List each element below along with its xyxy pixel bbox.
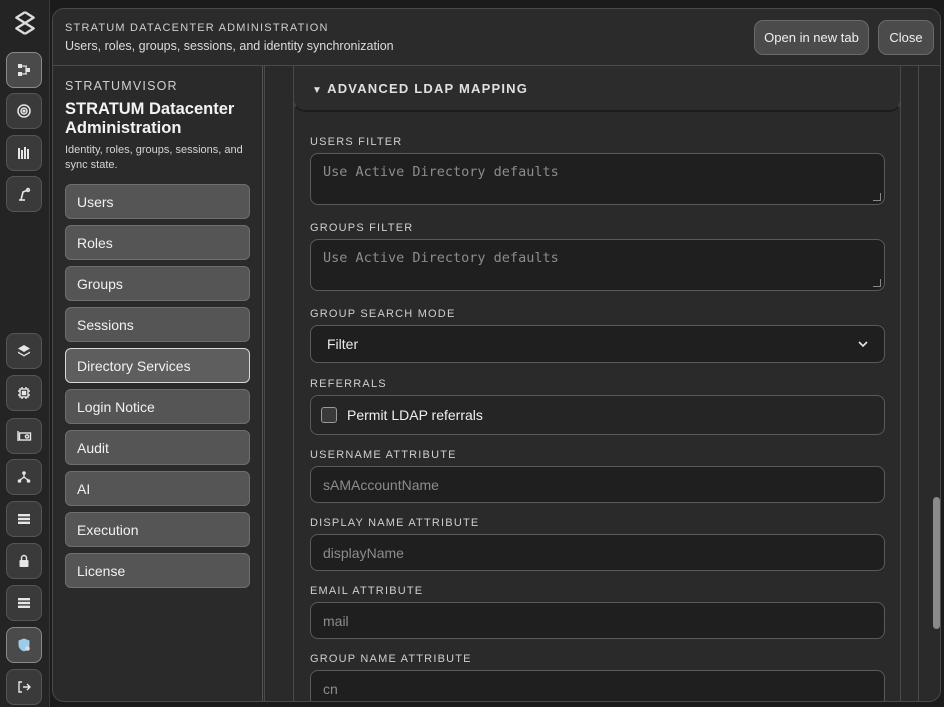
group-name-attribute-field[interactable]: cn (310, 670, 885, 701)
nav-item-sessions[interactable]: Sessions (65, 307, 250, 342)
ldap-mapping-section-header[interactable]: ▼ ADVANCED LDAP MAPPING (293, 66, 901, 112)
referrals-option[interactable]: Permit LDAP referrals (310, 395, 885, 435)
content-divider (264, 66, 265, 701)
lock-icon[interactable] (6, 543, 42, 579)
group-name-attribute-label: GROUP NAME ATTRIBUTE (310, 653, 472, 665)
sidebar-description: Identity, roles, groups, sessions, and s… (65, 144, 243, 171)
section-title-text: ADVANCED LDAP MAPPING (327, 81, 529, 96)
permit-referrals-label: Permit LDAP referrals (347, 407, 483, 423)
display-name-attribute-field[interactable]: displayName (310, 534, 885, 571)
content-divider-right (918, 66, 919, 701)
admin-sidebar: STRATUMVISOR STRATUM Datacenter Administ… (53, 66, 263, 701)
stratum-logo-icon[interactable] (12, 10, 38, 36)
sidebar-kicker: STRATUMVISOR (65, 79, 178, 93)
email-attribute-label: EMAIL ATTRIBUTE (310, 585, 424, 597)
logout-icon[interactable] (6, 669, 42, 705)
permit-referrals-checkbox[interactable] (321, 407, 337, 423)
chevron-down-icon (858, 341, 868, 348)
section-title: ▼ ADVANCED LDAP MAPPING (312, 81, 528, 96)
email-attribute-field[interactable]: mail (310, 602, 885, 639)
group-search-mode-label: GROUP SEARCH MODE (310, 308, 456, 320)
modal-kicker: STRATUM DATACENTER ADMINISTRATION (65, 22, 329, 34)
display-name-attribute-label: DISPLAY NAME ATTRIBUTE (310, 517, 480, 529)
admin-modal: STRATUM DATACENTER ADMINISTRATION Users,… (52, 8, 941, 702)
users-filter-placeholder: Use Active Directory defaults (323, 164, 559, 180)
username-attribute-field[interactable]: sAMAccountName (310, 466, 885, 503)
storage-icon[interactable] (6, 501, 42, 537)
groups-filter-placeholder: Use Active Directory defaults (323, 250, 559, 266)
nav-item-audit[interactable]: Audit (65, 430, 250, 465)
target-icon[interactable] (6, 93, 42, 129)
robot-arm-icon[interactable] (6, 176, 42, 212)
content-scrollbar-thumb[interactable] (933, 497, 940, 629)
app-rail (0, 0, 50, 707)
collapse-triangle-icon: ▼ (312, 85, 324, 96)
nav-item-directory-services[interactable]: Directory Services (65, 348, 250, 383)
modal-subtitle: Users, roles, groups, sessions, and iden… (65, 39, 394, 53)
users-filter-field[interactable]: Use Active Directory defaults (310, 153, 885, 205)
sidebar-title: STRATUM Datacenter Administration (65, 100, 235, 137)
nav-item-login-notice[interactable]: Login Notice (65, 389, 250, 424)
referrals-label: REFERRALS (310, 378, 387, 390)
network-icon[interactable] (6, 459, 42, 495)
content-pane: ▼ ADVANCED LDAP MAPPING USERS FILTER Use … (264, 66, 940, 701)
group-name-attribute-placeholder: cn (323, 680, 338, 697)
server-list-icon[interactable] (6, 585, 42, 621)
username-attribute-label: USERNAME ATTRIBUTE (310, 449, 457, 461)
datacenter-icon[interactable] (6, 135, 42, 171)
group-search-mode-select[interactable]: Filter (310, 325, 885, 363)
nav-item-roles[interactable]: Roles (65, 225, 250, 260)
display-name-attribute-placeholder: displayName (323, 544, 404, 561)
resize-grip-icon[interactable] (873, 193, 881, 201)
open-new-tab-button[interactable]: Open in new tab (754, 20, 869, 55)
cpu-icon[interactable] (6, 375, 42, 411)
username-attribute-placeholder: sAMAccountName (323, 476, 439, 493)
users-filter-label: USERS FILTER (310, 136, 403, 148)
admin-shield-icon[interactable] (6, 627, 42, 663)
topology-icon[interactable] (6, 52, 42, 88)
nav-item-groups[interactable]: Groups (65, 266, 250, 301)
gpu-card-icon[interactable] (6, 418, 42, 454)
close-button[interactable]: Close (878, 20, 934, 55)
layers-icon[interactable] (6, 333, 42, 369)
nav-item-users[interactable]: Users (65, 184, 250, 219)
groups-filter-label: GROUPS FILTER (310, 222, 414, 234)
resize-grip-icon[interactable] (873, 279, 881, 287)
nav-item-execution[interactable]: Execution (65, 512, 250, 547)
email-attribute-placeholder: mail (323, 612, 349, 629)
groups-filter-field[interactable]: Use Active Directory defaults (310, 239, 885, 291)
nav-item-license[interactable]: License (65, 553, 250, 588)
modal-header: STRATUM DATACENTER ADMINISTRATION Users,… (53, 9, 940, 66)
nav-item-ai[interactable]: AI (65, 471, 250, 506)
group-search-mode-value: Filter (327, 336, 359, 352)
